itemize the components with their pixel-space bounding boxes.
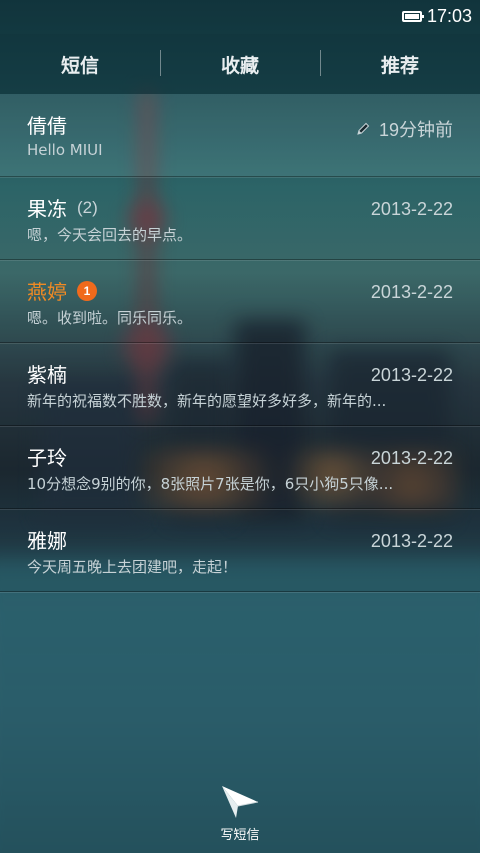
tab-messages[interactable]: 短信 (0, 34, 160, 94)
message-preview: 10分想念9别的你，8张照片7张是你，6只小狗5只像... (27, 475, 394, 493)
conversation-row[interactable]: 雅娜 2013-2-22 今天周五晚上去团建吧，走起！ (0, 509, 480, 592)
conversation-row[interactable]: 倩倩 19分钟前 Hello MIUI (0, 94, 480, 177)
message-preview: 嗯。收到啦。同乐同乐。 (27, 309, 193, 327)
pencil-draft-icon (357, 122, 370, 135)
contact-name-text: 倩倩 (27, 114, 67, 138)
conversation-row[interactable]: 子玲 2013-2-22 10分想念9别的你，8张照片7张是你，6只小狗5只像.… (0, 426, 480, 509)
message-count: (2) (77, 197, 98, 217)
tab-favorites[interactable]: 收藏 (160, 34, 320, 94)
battery-icon (402, 11, 424, 22)
tab-recommended[interactable]: 推荐 (320, 34, 480, 94)
contact-name: 果冻 (2) (27, 193, 98, 222)
contact-name-text: 燕婷 (27, 280, 67, 304)
conversation-row[interactable]: 果冻 (2) 2013-2-22 嗯，今天会回去的早点。 (0, 177, 480, 260)
status-time: 17:03 (426, 6, 472, 26)
conversation-row[interactable]: 燕婷 1 2013-2-22 嗯。收到啦。同乐同乐。 (0, 260, 480, 343)
message-time: 19分钟前 (355, 116, 453, 142)
compose-label: 写短信 (220, 828, 260, 843)
contact-name: 子玲 (27, 442, 67, 471)
message-time: 2013-2-22 (370, 448, 453, 468)
message-time: 2013-2-22 (370, 531, 453, 551)
contact-name: 倩倩 (27, 110, 67, 139)
unread-badge: 1 (77, 280, 97, 301)
message-time-text: 19分钟前 (378, 120, 453, 140)
contact-name-text: 紫楠 (27, 363, 67, 387)
message-time: 2013-2-22 (370, 199, 453, 219)
message-time: 2013-2-22 (370, 365, 453, 385)
contact-name-text: 子玲 (27, 446, 67, 470)
contact-name: 燕婷 1 (27, 276, 97, 305)
contact-name: 雅娜 (27, 525, 67, 554)
compose-button[interactable]: 写短信 (205, 782, 275, 844)
paper-plane-icon (222, 786, 259, 818)
status-bar: 17:03 (0, 0, 480, 34)
message-time: 2013-2-22 (370, 282, 453, 302)
contact-name: 紫楠 (27, 359, 67, 388)
message-preview: 嗯，今天会回去的早点。 (27, 226, 193, 244)
tab-bar: 短信 收藏 推荐 (0, 34, 480, 94)
conversation-row[interactable]: 紫楠 2013-2-22 新年的祝福数不胜数，新年的愿望好多好多，新年的... (0, 343, 480, 426)
message-preview: 今天周五晚上去团建吧，走起！ (27, 558, 238, 576)
conversation-list: 倩倩 19分钟前 Hello MIUI 果冻 (2) 2013-2-22 嗯，今… (0, 94, 480, 592)
contact-name-text: 雅娜 (27, 529, 67, 553)
message-preview: Hello MIUI (27, 141, 103, 159)
contact-name-text: 果冻 (27, 197, 67, 221)
message-preview: 新年的祝福数不胜数，新年的愿望好多好多，新年的... (27, 392, 387, 410)
